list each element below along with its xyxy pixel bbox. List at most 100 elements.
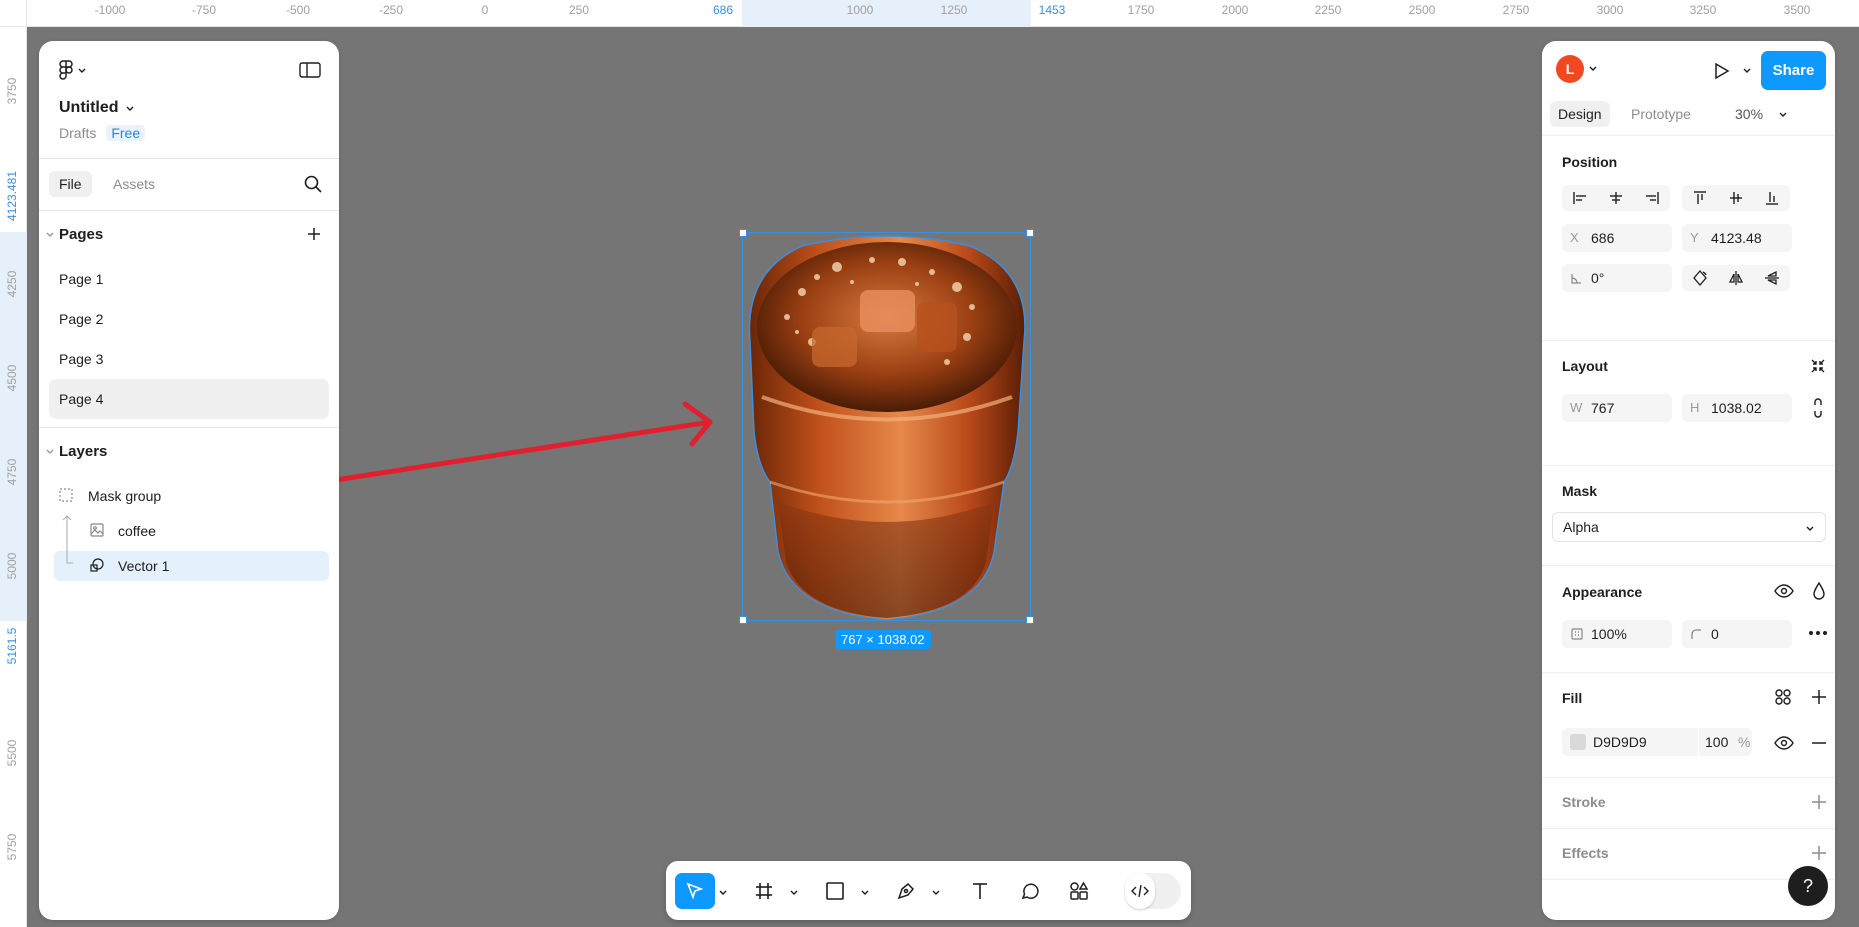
resize-handle-bottom-left[interactable]: [739, 616, 747, 624]
avatar[interactable]: L: [1556, 55, 1584, 83]
dev-mode-toggle[interactable]: [1125, 873, 1181, 909]
resize-handle-top-right[interactable]: [1026, 229, 1034, 237]
align-left-button[interactable]: [1562, 185, 1598, 211]
fill-hex-value: D9D9D9: [1593, 734, 1647, 750]
x-position-field[interactable]: X 686: [1562, 224, 1672, 252]
chevron-down-icon[interactable]: [1778, 109, 1788, 119]
layer-name: coffee: [118, 523, 156, 539]
layout-section: Layout W 767 H 1038.02: [1542, 341, 1835, 466]
code-brackets-icon: [1131, 884, 1149, 898]
chevron-down-icon[interactable]: [718, 887, 728, 897]
main-menu-button[interactable]: [59, 60, 87, 80]
ruler-tick: 1000: [846, 3, 874, 17]
chevron-down-icon[interactable]: [1742, 65, 1752, 75]
tab-prototype[interactable]: Prototype: [1623, 101, 1699, 127]
layers-title: Layers: [59, 443, 108, 460]
move-tool-button[interactable]: [675, 873, 715, 909]
add-stroke-icon[interactable]: [1810, 793, 1828, 811]
flip-vertical-button[interactable]: [1754, 265, 1790, 291]
align-middle-button[interactable]: [1718, 185, 1754, 211]
add-fill-icon[interactable]: [1810, 688, 1828, 706]
toggle-sidebar-button[interactable]: [299, 62, 321, 83]
appearance-title: Appearance: [1562, 584, 1643, 600]
shape-tool-button[interactable]: [817, 873, 853, 909]
add-page-icon[interactable]: [305, 225, 323, 243]
chevron-down-icon[interactable]: [789, 887, 799, 897]
resize-handle-top-left[interactable]: [739, 229, 747, 237]
help-button[interactable]: ?: [1788, 866, 1828, 906]
zoom-level[interactable]: 30%: [1735, 106, 1763, 122]
pages-section: Pages Page 1 Page 2 Page 3 Page 4: [39, 211, 339, 428]
share-button[interactable]: Share: [1761, 51, 1826, 90]
height-field[interactable]: H 1038.02: [1682, 394, 1792, 422]
drafts-link[interactable]: Drafts: [59, 125, 96, 141]
add-effect-icon[interactable]: [1810, 844, 1828, 862]
pen-tool-button[interactable]: [888, 873, 924, 909]
present-play-icon[interactable]: [1711, 61, 1731, 81]
mask-type-select[interactable]: Alpha: [1552, 512, 1826, 542]
tab-design[interactable]: Design: [1550, 101, 1610, 127]
layer-name: Vector 1: [118, 558, 170, 574]
actions-tool-button[interactable]: [1061, 873, 1097, 909]
page-item[interactable]: Page 3: [49, 339, 329, 379]
plan-badge[interactable]: Free: [106, 125, 146, 141]
chevron-down-icon[interactable]: [45, 229, 55, 239]
align-top-button[interactable]: [1682, 185, 1718, 211]
file-name: Untitled: [59, 99, 119, 116]
align-bottom-button[interactable]: [1754, 185, 1790, 211]
chevron-down-icon: [126, 106, 134, 111]
width-field[interactable]: W 767: [1562, 394, 1672, 422]
blend-mode-drop-icon[interactable]: [1812, 582, 1826, 600]
rotation-field[interactable]: 0°: [1562, 264, 1672, 292]
page-item[interactable]: Page 1: [49, 259, 329, 299]
y-position-field[interactable]: Y 4123.48: [1682, 224, 1792, 252]
file-title-button[interactable]: Untitled: [59, 99, 135, 117]
remove-fill-icon[interactable]: [1810, 741, 1828, 745]
constrain-proportions-icon[interactable]: [1812, 398, 1824, 418]
h-label: H: [1690, 400, 1700, 415]
comment-tool-button[interactable]: [1012, 873, 1048, 909]
layer-name: Mask group: [88, 488, 162, 504]
search-button[interactable]: [303, 174, 323, 199]
resize-handle-bottom-right[interactable]: [1026, 616, 1034, 624]
fill-swatch[interactable]: [1570, 734, 1586, 750]
rotate-icon: [1693, 270, 1707, 286]
layers-section: Layers Mask group coffee Vector 1: [39, 428, 339, 581]
effects-section: Effects: [1542, 829, 1835, 880]
tab-assets[interactable]: Assets: [103, 171, 165, 197]
eye-icon[interactable]: [1774, 735, 1794, 751]
chevron-down-icon[interactable]: [860, 887, 870, 897]
selection-box[interactable]: [739, 229, 1034, 624]
text-tool-button[interactable]: [962, 873, 998, 909]
more-options-icon[interactable]: [1808, 630, 1828, 636]
align-center-h-button[interactable]: [1598, 185, 1634, 211]
ruler-tick: -250: [378, 3, 404, 17]
styles-grid-icon[interactable]: [1774, 688, 1792, 706]
layer-vector-1[interactable]: Vector 1: [54, 547, 329, 581]
mask-connector-line: [66, 547, 73, 564]
chevron-down-icon[interactable]: [1588, 63, 1598, 73]
frame-tool-button[interactable]: [746, 873, 782, 909]
tab-file[interactable]: File: [49, 171, 92, 197]
opacity-field[interactable]: 100%: [1562, 620, 1672, 648]
corner-radius-field[interactable]: 0: [1682, 620, 1792, 648]
fill-color-field[interactable]: D9D9D9 100 %: [1562, 728, 1752, 756]
corner-radius-icon: [1691, 629, 1701, 639]
eye-icon[interactable]: [1774, 583, 1794, 599]
layer-coffee[interactable]: coffee: [54, 515, 329, 562]
position-title: Position: [1562, 154, 1618, 170]
chevron-down-icon[interactable]: [931, 887, 941, 897]
mask-title: Mask: [1562, 483, 1598, 499]
page-item[interactable]: Page 2: [49, 299, 329, 339]
collapse-icon[interactable]: [1810, 358, 1826, 374]
page-item-active[interactable]: Page 4: [49, 379, 329, 419]
layer-mask-group[interactable]: Mask group: [54, 481, 329, 511]
frame-hash-icon: [756, 883, 772, 899]
fill-title: Fill: [1562, 690, 1583, 706]
rotate-90-button[interactable]: [1682, 265, 1718, 291]
ruler-tick: 3500: [1783, 3, 1811, 17]
flip-horizontal-button[interactable]: [1718, 265, 1754, 291]
chevron-down-icon[interactable]: [45, 446, 55, 456]
ruler-selection-end: 5161.5: [5, 627, 19, 665]
align-right-button[interactable]: [1634, 185, 1670, 211]
